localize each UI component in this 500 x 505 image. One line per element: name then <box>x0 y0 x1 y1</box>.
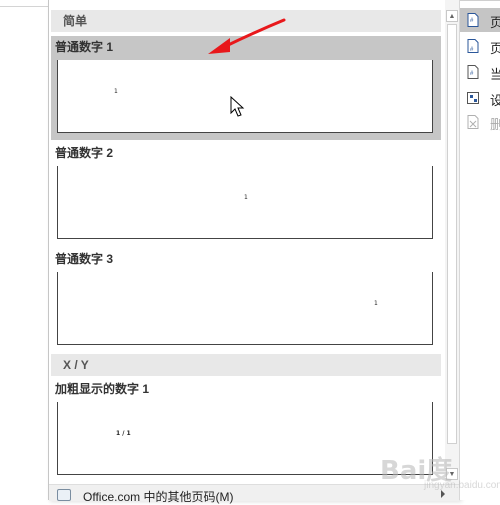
page-top-icon: # <box>467 13 479 27</box>
menu-item-remove-page-numbers: 删 <box>460 110 500 134</box>
menu-item-label: 当 <box>490 67 500 82</box>
menu-item-label: 设 <box>490 93 500 108</box>
gallery-item-preview: 1 <box>57 272 433 345</box>
footer-label: Office.com 中的其他页码(M) <box>83 490 234 504</box>
remove-page-number-icon <box>467 115 479 129</box>
preview-page-number: 1 <box>114 88 118 95</box>
mouse-cursor-icon <box>230 96 245 117</box>
gallery-item-plain-number-2[interactable]: 普通数字 2 1 <box>51 142 441 246</box>
preview-page-number: 1 <box>374 300 378 307</box>
menu-item-format-page-numbers[interactable]: 设 <box>460 86 500 110</box>
menu-item-label: 页 <box>490 15 500 30</box>
gallery-item-title: 普通数字 3 <box>55 252 114 266</box>
baidu-watermark: Bai度 jingyan.baidu.com <box>378 448 500 498</box>
watermark-subtext: jingyan.baidu.com <box>424 480 500 491</box>
menu-item-label: 页 <box>490 41 500 56</box>
page-bottom-icon: # <box>467 39 479 53</box>
format-page-number-icon <box>467 92 479 104</box>
menu-item-current-position[interactable]: # 当 <box>460 60 500 84</box>
document-divider <box>0 6 48 7</box>
page-number-context-menu: # 页 # 页 # 当 设 删 <box>459 0 500 500</box>
gallery-item-preview: 1 / 1 <box>57 402 433 475</box>
annotation-red-arrow <box>208 18 286 54</box>
scroll-up-arrow-icon[interactable]: ▲ <box>446 10 458 22</box>
menu-divider <box>460 0 500 1</box>
gallery-item-preview: 1 <box>57 166 433 239</box>
preview-page-number: 1 / 1 <box>116 430 131 437</box>
gallery-item-title: 加粗显示的数字 1 <box>55 382 150 396</box>
gallery-scroll-area: 简单 普通数字 1 1 普通数字 2 1 普通数字 3 1 X / Y 加粗显示… <box>49 0 443 484</box>
gallery-scrollbar[interactable]: ▲ ▼ <box>445 0 459 484</box>
globe-page-icon <box>57 489 71 501</box>
gallery-item-title: 普通数字 1 <box>55 40 114 54</box>
document-background <box>0 0 49 500</box>
menu-item-bottom-of-page[interactable]: # 页 <box>460 34 500 58</box>
gallery-item-title: 普通数字 2 <box>55 146 114 160</box>
gallery-item-plain-number-3[interactable]: 普通数字 3 1 <box>51 248 441 352</box>
page-number-gallery: 简单 普通数字 1 1 普通数字 2 1 普通数字 3 1 X / Y 加粗显示… <box>48 0 460 504</box>
scrollbar-thumb[interactable] <box>447 24 457 444</box>
menu-item-top-of-page[interactable]: # 页 <box>460 8 500 32</box>
preview-page-number: 1 <box>244 194 248 201</box>
menu-item-label: 删 <box>490 117 500 132</box>
current-position-icon: # <box>467 65 479 79</box>
section-header-x-y: X / Y <box>51 354 441 376</box>
